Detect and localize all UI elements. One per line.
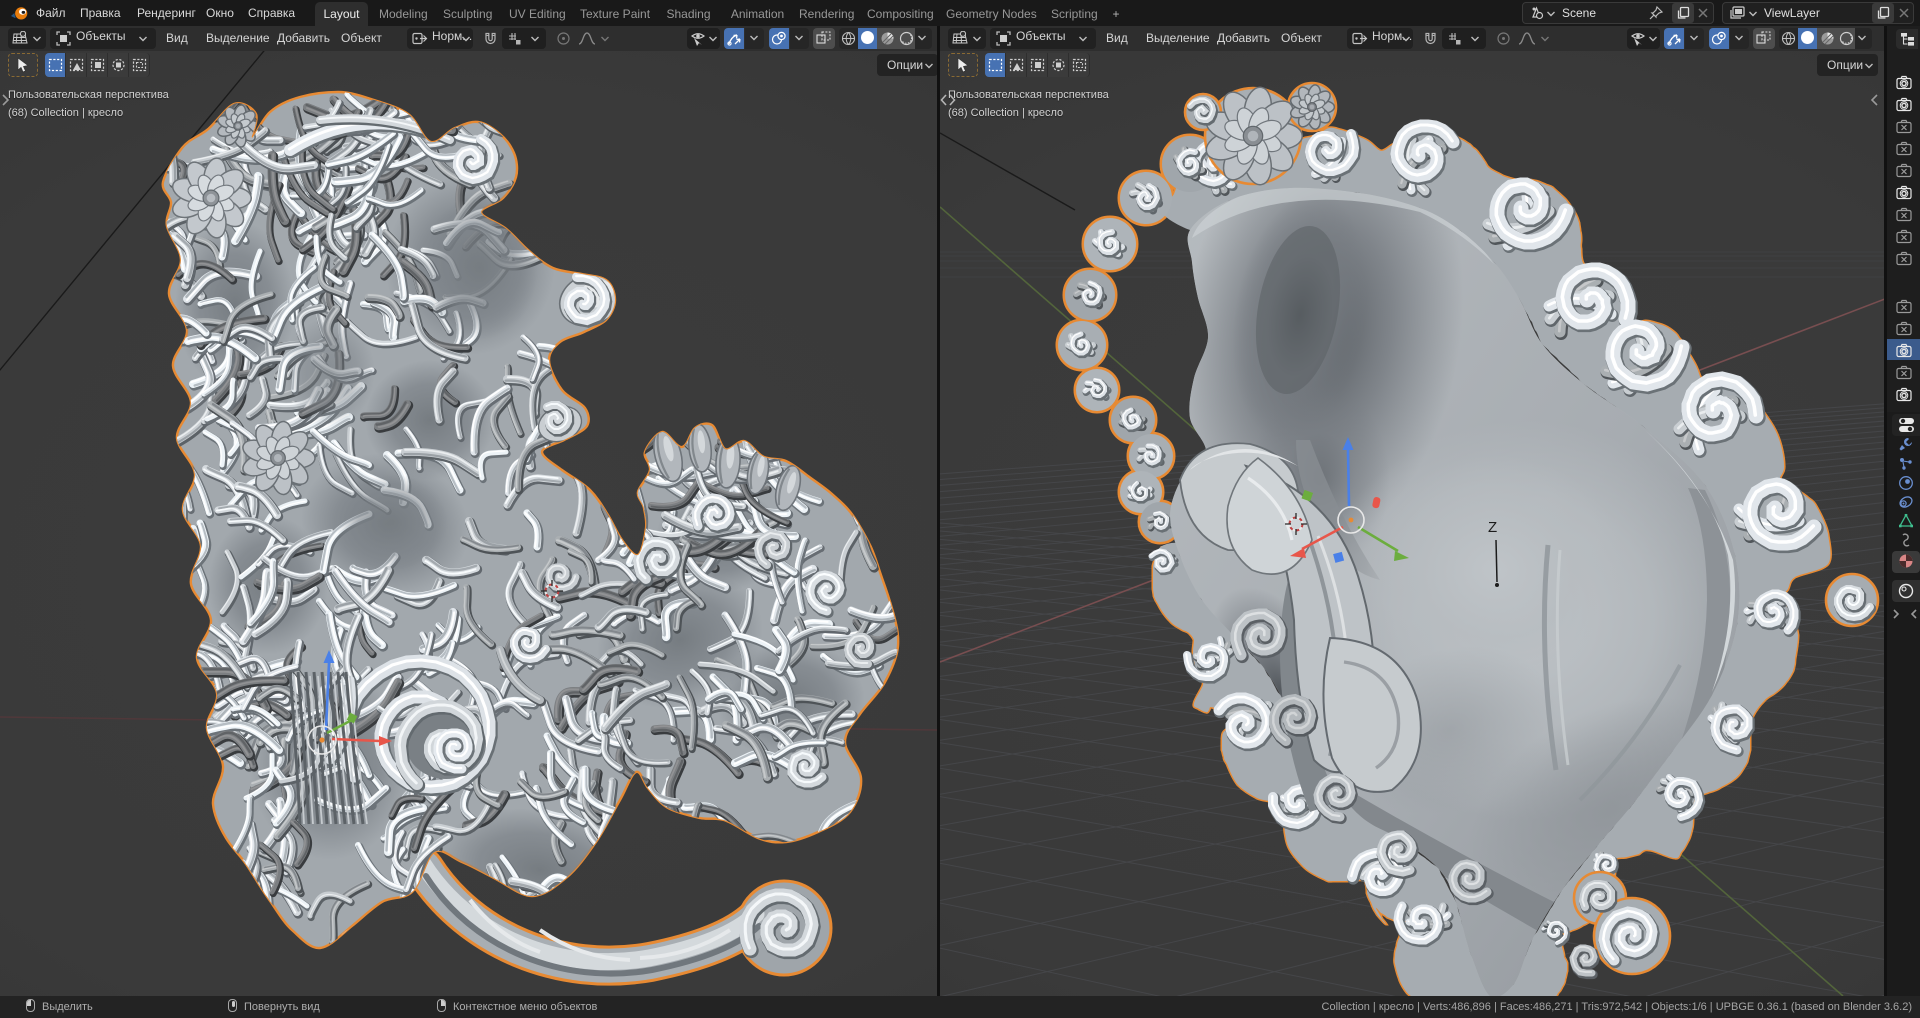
svg-text:Z: Z — [1488, 519, 1497, 536]
